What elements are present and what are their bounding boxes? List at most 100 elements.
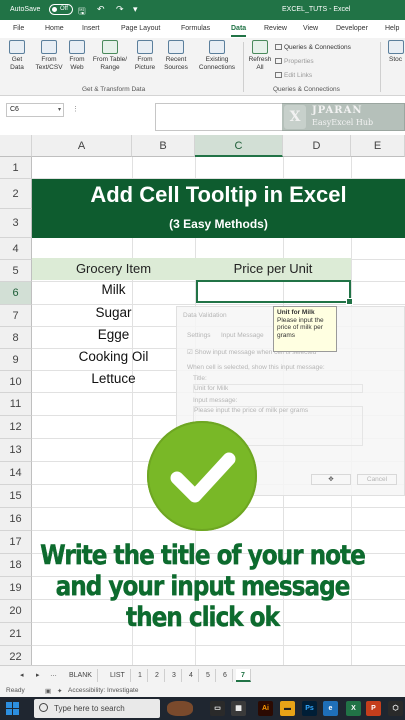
customize-chevron-icon[interactable]: ▾ <box>133 4 138 15</box>
file-explorer-icon[interactable]: ▬ <box>280 701 295 716</box>
name-box[interactable]: C6 <box>6 103 64 117</box>
taskbar-search-box[interactable]: Type here to search <box>34 699 160 718</box>
sheet-tab-1[interactable]: 1 <box>133 669 148 682</box>
row-header-21[interactable]: 21 <box>0 623 32 646</box>
windows-start-icon[interactable] <box>6 702 19 715</box>
row-header-20[interactable]: 20 <box>0 600 32 623</box>
dialog-cancel-button[interactable]: Cancel <box>357 474 397 485</box>
row-header-12[interactable]: 12 <box>0 416 32 439</box>
row-header-4[interactable]: 4 <box>0 238 32 260</box>
redo-icon[interactable]: ↷ <box>116 4 124 15</box>
cell-item[interactable]: Milk <box>32 282 195 297</box>
from-picture-button[interactable]: From Picture <box>131 40 159 72</box>
sheet-tab-2[interactable]: 2 <box>150 669 165 682</box>
cake-icon[interactable] <box>167 701 193 716</box>
column-header-d[interactable]: D <box>283 135 351 157</box>
sheet-tab-list[interactable]: LIST <box>105 669 131 682</box>
select-all-corner[interactable] <box>0 135 32 157</box>
refresh-all-button[interactable]: Refresh All <box>247 40 273 72</box>
row-header-22[interactable]: 22 <box>0 646 32 665</box>
macro-record-icon[interactable]: ▣ <box>45 687 51 695</box>
save-icon[interactable]: 🖫 <box>78 4 86 20</box>
row-header-19[interactable]: 19 <box>0 577 32 600</box>
tab-developer[interactable]: Developer <box>336 25 368 32</box>
autosave-toggle[interactable]: Off <box>49 4 73 15</box>
sheet-tab-6[interactable]: 6 <box>218 669 233 682</box>
tab-help[interactable]: Help <box>385 25 399 32</box>
accessibility-status[interactable]: Accessibility: Investigate <box>68 687 138 694</box>
scroll-left-icon[interactable]: ◂ <box>20 671 24 679</box>
dialog-ok-button[interactable]: ✥ <box>311 474 351 485</box>
header-grocery-item[interactable]: Grocery Item <box>32 258 195 280</box>
properties-button[interactable]: Properties <box>275 58 314 65</box>
row-header-7[interactable]: 7 <box>0 305 32 327</box>
row-header-6[interactable]: 6 <box>0 282 32 305</box>
row-header-18[interactable]: 18 <box>0 554 32 577</box>
column-header-b[interactable]: B <box>132 135 195 157</box>
row-header-14[interactable]: 14 <box>0 462 32 485</box>
row-header-17[interactable]: 17 <box>0 531 32 554</box>
tab-home[interactable]: Home <box>45 25 64 32</box>
scroll-right-icon[interactable]: ▸ <box>36 671 40 679</box>
tab-data[interactable]: Data <box>231 25 247 37</box>
row-header-8[interactable]: 8 <box>0 327 32 349</box>
from-text-csv-button[interactable]: From Text/CSV <box>33 40 65 72</box>
sheet-tab-4[interactable]: 4 <box>184 669 199 682</box>
dialog-title-input[interactable]: Unit for Milk <box>193 384 363 393</box>
row-header-15[interactable]: 15 <box>0 485 32 508</box>
tab-file[interactable]: File <box>13 25 24 32</box>
from-table-range-button[interactable]: From Table/ Range <box>90 40 130 72</box>
sheet-tab-5[interactable]: 5 <box>201 669 216 682</box>
row-header-10[interactable]: 10 <box>0 371 32 393</box>
powerpoint-icon[interactable]: P <box>366 701 381 716</box>
tab-formulas[interactable]: Formulas <box>181 25 210 32</box>
tab-insert[interactable]: Insert <box>82 25 100 32</box>
app-tile-icon[interactable]: ▦ <box>231 701 246 716</box>
row-header-16[interactable]: 16 <box>0 508 32 531</box>
existing-connections-button[interactable]: Existing Connections <box>194 40 240 72</box>
taskbar-app-icon[interactable]: ⬡ <box>388 701 403 716</box>
dialog-tab-settings[interactable]: Settings <box>187 332 211 339</box>
sheet-tab-7[interactable]: 7 <box>236 669 251 682</box>
sheet-overflow-icon[interactable]: … <box>50 671 57 678</box>
tab-review[interactable]: Review <box>264 25 287 32</box>
photoshop-icon[interactable]: Ps <box>302 701 317 716</box>
instruction-caption: Write the title of your note and your in… <box>40 540 366 634</box>
tab-view[interactable]: View <box>303 25 318 32</box>
active-cell-c6[interactable] <box>196 280 353 305</box>
row-header-11[interactable]: 11 <box>0 393 32 416</box>
get-data-button[interactable]: Get Data <box>6 40 28 72</box>
undo-icon[interactable]: ↶ <box>97 4 105 15</box>
row-header-5[interactable]: 5 <box>0 260 32 282</box>
column-header-c[interactable]: C <box>195 135 283 157</box>
queries-connections-button[interactable]: Queries & Connections <box>275 44 351 51</box>
cell-item[interactable]: Egge <box>32 327 195 342</box>
task-view-icon[interactable]: ▭ <box>210 701 225 716</box>
column-header-e[interactable]: E <box>351 135 405 157</box>
document-title: EXCEL_TUTS - Excel <box>282 6 351 13</box>
row-header-1[interactable]: 1 <box>0 157 32 179</box>
from-web-button[interactable]: From Web <box>67 40 87 72</box>
edge-icon[interactable]: e <box>323 701 338 716</box>
sheet-tab-3[interactable]: 3 <box>167 669 182 682</box>
excel-taskbar-icon[interactable]: X <box>346 701 361 716</box>
header-price-per-unit[interactable]: Price per Unit <box>195 258 351 280</box>
status-ready: Ready <box>6 687 25 694</box>
row-header-2[interactable]: 2 <box>0 179 32 209</box>
row-header-9[interactable]: 9 <box>0 349 32 371</box>
recent-sources-button[interactable]: Recent Sources <box>162 40 190 72</box>
dialog-tab-input-message[interactable]: Input Message <box>221 332 264 339</box>
row-header-13[interactable]: 13 <box>0 439 32 462</box>
stocks-button[interactable]: Stoc <box>386 40 405 64</box>
ribbon-tab-bar: File Home Insert Page Layout Formulas Da… <box>0 20 405 38</box>
illustrator-icon[interactable]: Ai <box>258 701 273 716</box>
tab-page-layout[interactable]: Page Layout <box>121 25 160 32</box>
sheet-tab-blank[interactable]: BLANK <box>64 669 98 682</box>
cell-item[interactable]: Sugar <box>32 305 195 320</box>
ribbon: Get Data From Text/CSV From Web From Tab… <box>0 38 405 96</box>
column-header-a[interactable]: A <box>32 135 132 157</box>
edit-links-button[interactable]: Edit Links <box>275 72 312 79</box>
cell-item[interactable]: Lettuce <box>32 371 195 386</box>
cell-item[interactable]: Cooking Oil <box>32 349 195 364</box>
row-header-3[interactable]: 3 <box>0 209 32 238</box>
